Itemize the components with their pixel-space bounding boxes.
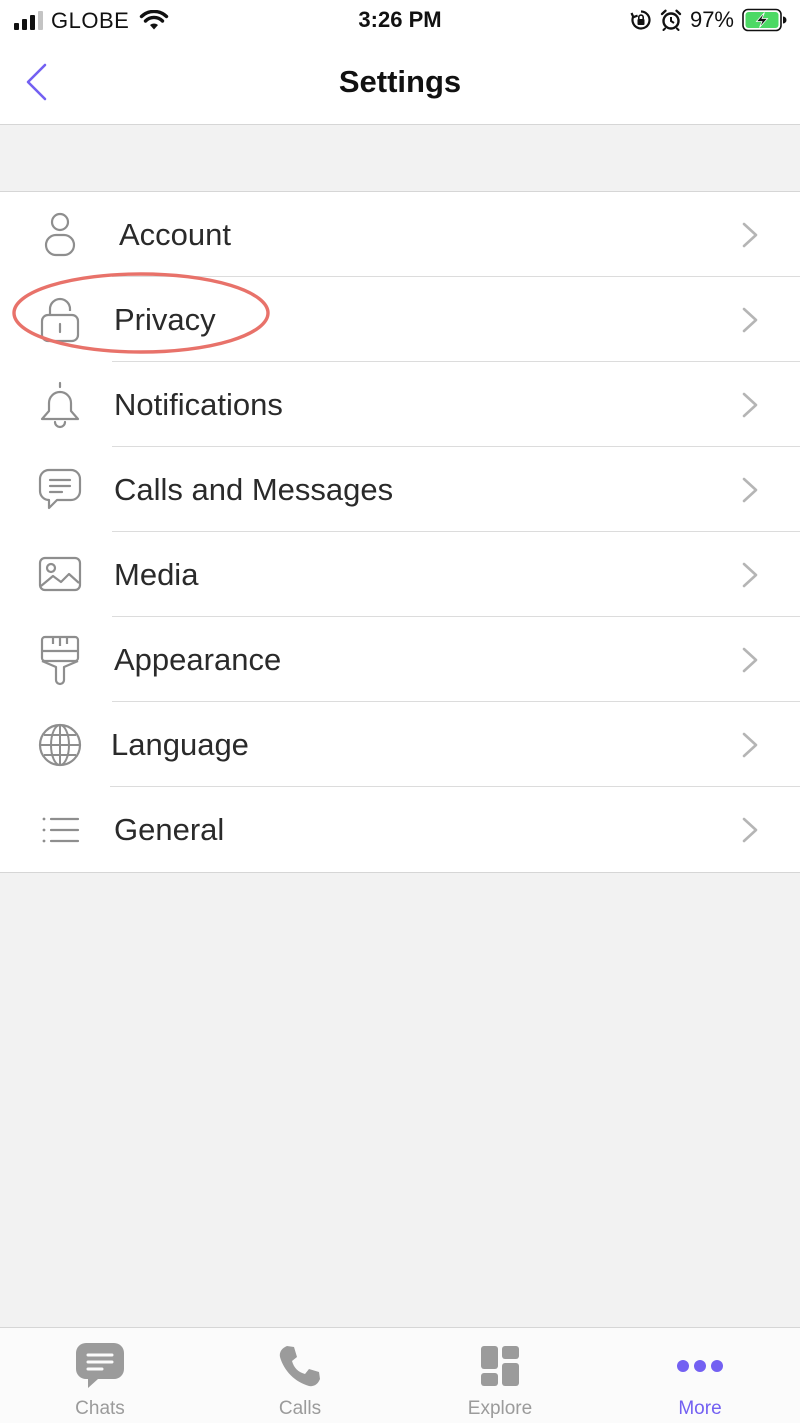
image-icon xyxy=(36,551,84,599)
lock-icon xyxy=(36,296,84,344)
settings-item-language[interactable]: Language xyxy=(0,702,800,787)
chevron-right-icon xyxy=(742,732,758,758)
tab-calls[interactable]: Calls xyxy=(200,1328,400,1423)
settings-item-media[interactable]: Media xyxy=(0,532,800,617)
globe-icon xyxy=(36,721,84,769)
tab-label: More xyxy=(678,1398,722,1419)
tab-chats[interactable]: Chats xyxy=(0,1328,200,1423)
settings-item-label: Account xyxy=(119,217,232,252)
grid-icon xyxy=(472,1340,528,1392)
chevron-right-icon xyxy=(742,392,758,418)
chevron-right-icon xyxy=(742,562,758,588)
chevron-right-icon xyxy=(742,477,758,503)
tab-label: Explore xyxy=(467,1398,533,1419)
battery-percentage: 97% xyxy=(689,7,734,32)
status-right: 97% xyxy=(630,7,788,33)
chevron-right-icon xyxy=(742,307,758,333)
list-icon xyxy=(36,806,84,854)
tab-more[interactable]: More xyxy=(600,1328,800,1423)
settings-item-notifications[interactable]: Notifications xyxy=(0,362,800,447)
more-dots-icon xyxy=(672,1340,728,1392)
bell-icon xyxy=(36,381,84,429)
navigation-bar: Settings xyxy=(0,40,800,125)
alarm-icon xyxy=(660,9,682,31)
tab-label: Chats xyxy=(75,1398,125,1419)
settings-item-account[interactable]: Account xyxy=(0,192,800,277)
tab-label: Calls xyxy=(278,1398,322,1419)
page-title: Settings xyxy=(338,64,462,99)
tab-bar: Chats Calls Explore More xyxy=(0,1327,800,1423)
chevron-right-icon xyxy=(742,817,758,843)
chat-icon xyxy=(72,1340,128,1392)
orientation-lock-icon xyxy=(630,10,651,30)
settings-item-label: Calls and Messages xyxy=(114,472,394,507)
settings-item-label: General xyxy=(114,812,225,847)
phone-icon xyxy=(272,1340,328,1392)
settings-item-calls-and-messages[interactable]: Calls and Messages xyxy=(0,447,800,532)
settings-item-label: Appearance xyxy=(114,642,282,677)
battery-charging-icon xyxy=(742,8,787,32)
settings-list: Account Privacy Notifications Calls and … xyxy=(0,191,800,873)
settings-item-general[interactable]: General xyxy=(0,787,800,872)
person-icon xyxy=(36,211,84,259)
settings-item-appearance[interactable]: Appearance xyxy=(0,617,800,702)
status-bar: GLOBE 3:26 PM 97% xyxy=(0,0,800,40)
settings-item-label: Privacy xyxy=(114,302,216,337)
settings-item-label: Language xyxy=(111,727,249,762)
settings-item-privacy[interactable]: Privacy xyxy=(0,277,800,362)
settings-item-label: Media xyxy=(114,557,199,592)
settings-item-label: Notifications xyxy=(114,387,283,422)
tab-explore[interactable]: Explore xyxy=(400,1328,600,1423)
paintbrush-icon xyxy=(36,635,84,686)
chevron-right-icon xyxy=(742,222,758,248)
chevron-right-icon xyxy=(742,647,758,673)
chat-bubble-icon xyxy=(36,466,84,514)
